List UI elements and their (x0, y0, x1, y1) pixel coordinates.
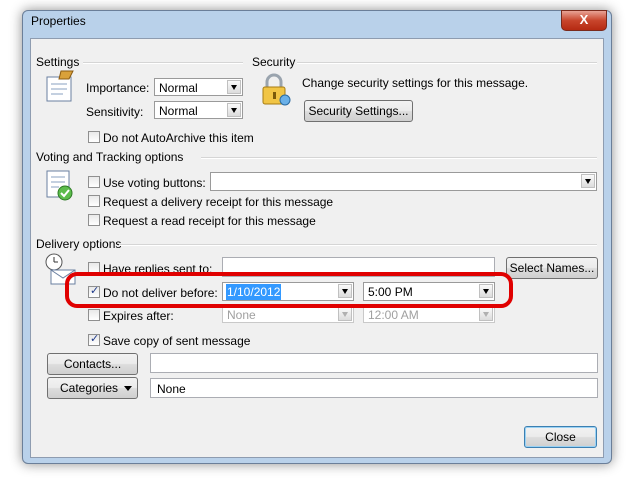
contacts-input[interactable] (150, 353, 598, 373)
sensitivity-label: Sensitivity: (86, 105, 144, 119)
close-button[interactable]: Close (524, 426, 597, 448)
security-heading: Security (252, 55, 296, 69)
expires-after-time-value: 12:00 AM (368, 308, 419, 322)
settings-separator (83, 62, 243, 64)
security-settings-button[interactable]: Security Settings... (304, 100, 413, 122)
delivery-receipt-label: Request a delivery receipt for this mess… (103, 195, 334, 209)
categories-button[interactable]: Categories (47, 377, 138, 399)
importance-label: Importance: (86, 81, 150, 95)
window-close-button[interactable]: X (561, 10, 607, 31)
chevron-down-icon[interactable] (227, 80, 241, 94)
delivery-heading: Delivery options (36, 237, 122, 251)
categories-button-label: Categories (60, 381, 119, 395)
chevron-down-icon[interactable] (227, 103, 241, 117)
sensitivity-dropdown[interactable]: Normal (154, 101, 243, 119)
voting-heading: Voting and Tracking options (36, 150, 184, 164)
chevron-down-icon[interactable] (581, 174, 595, 188)
importance-dropdown[interactable]: Normal (154, 78, 243, 96)
delivery-receipt-checkbox[interactable] (88, 195, 100, 207)
read-receipt-checkbox[interactable] (88, 214, 100, 226)
categories-value: None (157, 382, 186, 396)
security-description: Change security settings for this messag… (302, 76, 529, 90)
select-names-button[interactable]: Select Names... (506, 257, 598, 279)
expires-after-label: Expires after: (103, 309, 174, 323)
voting-document-icon (46, 170, 73, 201)
dialog-title: Properties (31, 14, 86, 28)
voting-buttons-dropdown[interactable] (210, 172, 597, 191)
importance-value: Normal (159, 81, 198, 95)
properties-dialog: Properties X Settings Importance: Normal… (22, 10, 612, 464)
read-receipt-label: Request a read receipt for this message (103, 214, 316, 228)
chevron-down-icon[interactable] (479, 307, 493, 321)
chevron-down-icon[interactable] (338, 307, 352, 321)
categories-input[interactable]: None (150, 378, 598, 398)
sensitivity-value: Normal (159, 104, 198, 118)
voting-separator (201, 157, 597, 159)
red-highlight-annotation (65, 272, 513, 308)
use-voting-label: Use voting buttons: (103, 176, 206, 190)
save-copy-label: Save copy of sent message (103, 334, 251, 348)
lock-icon (262, 73, 291, 106)
use-voting-checkbox[interactable] (88, 176, 100, 188)
title-bar[interactable]: Properties X (23, 10, 611, 33)
settings-document-icon (46, 70, 74, 102)
contacts-button[interactable]: Contacts... (47, 353, 138, 375)
autoarchive-checkbox[interactable] (88, 131, 100, 143)
settings-heading: Settings (36, 55, 80, 69)
dialog-client-area: Settings Importance: Normal Sensitivity:… (30, 38, 604, 458)
expires-after-date-value: None (227, 308, 256, 322)
close-icon: X (579, 12, 589, 27)
autoarchive-label: Do not AutoArchive this item (103, 131, 254, 145)
save-copy-checkbox[interactable] (88, 332, 100, 346)
chevron-down-icon (124, 386, 132, 391)
security-separator (297, 62, 597, 64)
expires-after-checkbox[interactable] (88, 309, 100, 321)
delivery-separator (119, 244, 597, 246)
